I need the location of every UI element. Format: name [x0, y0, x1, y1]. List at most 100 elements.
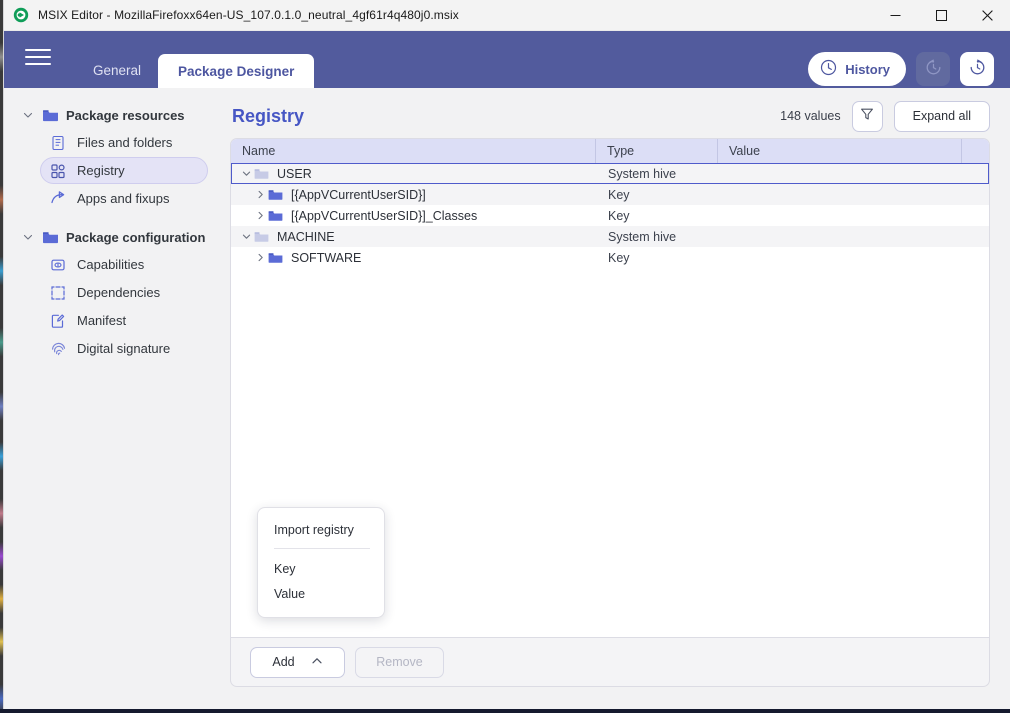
cell-type: System hive: [608, 166, 677, 181]
table-row[interactable]: [{AppVCurrentUserSID}] Key: [231, 184, 989, 205]
add-button[interactable]: Add: [250, 646, 345, 678]
sidebar-group-package-resources[interactable]: Package resources: [4, 102, 220, 128]
menu-divider: [274, 548, 370, 549]
table-row[interactable]: SOFTWARE Key: [231, 247, 989, 268]
add-menu-item-import-registry[interactable]: Import registry: [258, 517, 384, 542]
sidebar-item-digital-signature[interactable]: Digital signature: [40, 335, 208, 362]
folder-icon: [41, 106, 59, 124]
add-menu-item-value[interactable]: Value: [258, 581, 384, 606]
table-row[interactable]: MACHINE System hive: [231, 226, 989, 247]
cell-name: [{AppVCurrentUserSID}]: [232, 188, 597, 202]
arrow-curve-icon: [49, 190, 67, 208]
row-name-label: USER: [277, 166, 312, 181]
sidebar-item-registry[interactable]: Registry: [40, 157, 208, 184]
key-folder-icon: [268, 251, 284, 264]
filter-funnel-icon: [860, 107, 874, 126]
chevron-down-icon[interactable]: [238, 169, 254, 178]
window-title: MSIX Editor - MozillaFirefoxx64en-US_107…: [38, 8, 459, 22]
undo-clock-icon: [924, 58, 943, 80]
row-name-label: [{AppVCurrentUserSID}]: [291, 187, 426, 202]
values-count: 148 values: [780, 109, 841, 123]
hamburger-menu-icon[interactable]: [25, 47, 51, 67]
row-name-label: MACHINE: [277, 229, 335, 244]
undo-button[interactable]: [916, 52, 950, 86]
cell-name: USER: [232, 167, 597, 181]
row-name-label: SOFTWARE: [291, 250, 362, 265]
cell-name: SOFTWARE: [232, 251, 597, 265]
tab-package-designer[interactable]: Package Designer: [158, 54, 315, 88]
filter-button[interactable]: [851, 100, 883, 132]
chevron-right-icon[interactable]: [252, 211, 268, 220]
cell-type: Key: [608, 187, 630, 202]
tab-general[interactable]: General: [76, 52, 158, 88]
column-header-spacer: [962, 139, 989, 163]
maximize-icon[interactable]: [918, 0, 964, 31]
expand-all-button[interactable]: Expand all: [893, 100, 990, 132]
row-name-label: [{AppVCurrentUserSID}]_Classes: [291, 208, 478, 223]
column-header-name[interactable]: Name: [231, 139, 596, 163]
file-list-icon: [49, 134, 67, 152]
cell-name: MACHINE: [232, 230, 597, 244]
key-folder-icon: [268, 209, 284, 222]
sidebar-item-manifest[interactable]: Manifest: [40, 307, 208, 334]
minimize-icon[interactable]: [872, 0, 918, 31]
table-row[interactable]: USER System hive: [231, 163, 989, 184]
chevron-right-icon[interactable]: [252, 253, 268, 262]
sidebar-item-label: Apps and fixups: [77, 191, 170, 206]
desktop-background-strip: [0, 0, 3, 713]
history-button-label: History: [845, 61, 890, 77]
chevron-right-icon[interactable]: [252, 190, 268, 199]
app-header: General Package Designer History: [4, 31, 1010, 88]
fingerprint-icon: [49, 340, 67, 358]
chevron-down-icon: [22, 110, 34, 120]
sidebar-group-label: Package resources: [66, 107, 185, 123]
sidebar-item-capabilities[interactable]: Capabilities: [40, 251, 208, 278]
manifest-pencil-icon: [49, 312, 67, 330]
redo-button[interactable]: [960, 52, 994, 86]
history-button[interactable]: History: [808, 52, 906, 86]
main-tabs: General Package Designer: [76, 31, 315, 88]
sidebar-item-label: Dependencies: [77, 285, 161, 300]
registry-panel-header-actions: 148 values Expand all: [780, 100, 990, 132]
add-menu-popup: Import registry Key Value: [257, 507, 385, 618]
add-button-label: Add: [272, 655, 295, 669]
sidebar-item-label: Files and folders: [77, 135, 173, 150]
registry-blocks-icon: [49, 162, 67, 180]
column-header-value[interactable]: Value: [718, 139, 962, 163]
sidebar-item-dependencies[interactable]: Dependencies: [40, 279, 208, 306]
sidebar-group-label: Package configuration: [66, 229, 206, 245]
cell-type: System hive: [608, 229, 677, 244]
sidebar-item-label: Manifest: [77, 313, 127, 328]
registry-table-footer: Add Remove: [230, 638, 990, 687]
sidebar: Package resources Files and folders Regi…: [4, 88, 220, 709]
registry-table-header: Name Type Value: [231, 139, 989, 163]
page-title: Registry: [232, 105, 305, 126]
add-menu-item-key[interactable]: Key: [258, 556, 384, 581]
msix-editor-logo-icon: [13, 7, 29, 23]
title-bar: MSIX Editor - MozillaFirefoxx64en-US_107…: [4, 0, 1010, 31]
cell-type: Key: [608, 250, 630, 265]
hive-folder-icon: [254, 230, 270, 243]
sidebar-item-apps-and-fixups[interactable]: Apps and fixups: [40, 185, 208, 212]
registry-panel: Registry 148 values Expand all Name Type…: [230, 94, 990, 687]
header-actions: History: [808, 52, 994, 86]
body: Package resources Files and folders Regi…: [4, 88, 1010, 709]
key-folder-icon: [268, 188, 284, 201]
redo-clock-icon: [968, 58, 987, 80]
table-row[interactable]: [{AppVCurrentUserSID}]_Classes Key: [231, 205, 989, 226]
chevron-down-icon: [22, 232, 34, 242]
close-icon[interactable]: [964, 0, 1010, 31]
app-root: MSIX Editor - MozillaFirefoxx64en-US_107…: [0, 0, 1010, 713]
chevron-down-icon[interactable]: [238, 232, 254, 241]
tab-general-label: General: [93, 62, 142, 78]
remove-button[interactable]: Remove: [355, 646, 444, 678]
capability-icon: [49, 256, 67, 274]
sidebar-group-package-configuration[interactable]: Package configuration: [4, 224, 220, 250]
dependency-frame-icon: [49, 284, 67, 302]
sidebar-item-files-and-folders[interactable]: Files and folders: [40, 129, 208, 156]
msix-editor-window: MSIX Editor - MozillaFirefoxx64en-US_107…: [3, 0, 1010, 709]
column-header-type[interactable]: Type: [596, 139, 718, 163]
cell-type: Key: [608, 208, 630, 223]
sidebar-item-label: Digital signature: [77, 341, 171, 356]
